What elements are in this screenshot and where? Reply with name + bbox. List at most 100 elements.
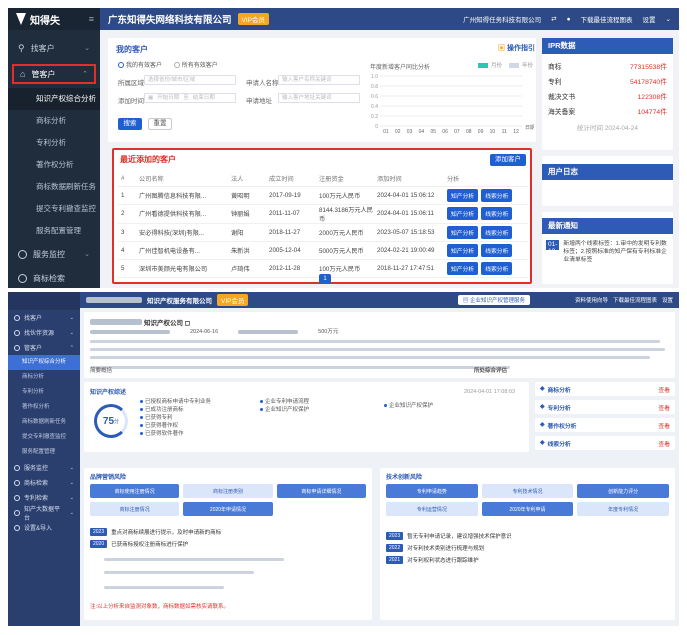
applicant-input[interactable]: 输入客户名称关键词 — [278, 75, 360, 85]
settings-menu[interactable]: 设置 — [662, 296, 673, 304]
sidebar-sub-config[interactable]: 服务配置管理 — [8, 445, 80, 460]
eval-date: 2024-04-01 17:08:03 — [464, 389, 516, 395]
x-tick-label: 08 — [466, 129, 472, 135]
analysis-item[interactable]: ◆ 专利分析 查看 — [535, 400, 675, 414]
sidebar-sub-ip-analysis[interactable]: 知识产权综合分析 — [8, 355, 80, 370]
cell-est: 2012-11-28 — [266, 259, 316, 278]
clue-analysis-button[interactable]: 线索分析 — [481, 188, 513, 202]
toggle-year-swatch[interactable] — [509, 62, 520, 68]
ip-analysis-button[interactable]: 知产分析 — [447, 243, 479, 257]
sidebar-sub-patent[interactable]: 专利分析 — [8, 132, 100, 154]
sidebar-sub-refresh[interactable]: 商标数据刷新任务 — [8, 415, 80, 430]
sidebar-item-service-monitor[interactable]: 服务监控 ⌄ — [8, 242, 100, 266]
address-input[interactable]: 输入客户地址关键词 — [278, 93, 360, 103]
sidebar-item-find-clients[interactable]: 找客户 ⌄ — [8, 310, 80, 325]
download-link[interactable]: 下载最佳流程图表 — [581, 14, 633, 24]
col-est: 成立时间 — [266, 172, 316, 187]
sidebar-sub-monitor[interactable]: 提交专利撤查监控 — [8, 430, 80, 445]
analysis-item[interactable]: ◆ 著作权分析 查看 — [535, 418, 675, 432]
ip-analysis-button[interactable]: 知产分析 — [447, 261, 479, 275]
view-link[interactable]: 查看 — [658, 403, 670, 412]
table-row[interactable]: 4 广州佳智机电设备有... 朱新洪 2005-12-04 5000万元人民币 2024-… — [118, 241, 528, 260]
menu-toggle-icon[interactable]: ≡ — [89, 14, 94, 24]
ip-item-label: 已获得软件著作 — [145, 431, 184, 437]
cell-actions: 知产分析 线索分析 — [444, 241, 528, 260]
sidebar-item-settings[interactable]: 设置&导入 — [8, 520, 80, 535]
reg-date: 2024-06-16 — [190, 329, 219, 335]
ip-analysis-button[interactable]: 知产分析 — [447, 207, 479, 220]
score-value: 75 — [102, 415, 115, 427]
sidebar-item-manage-clients[interactable]: ⌂ 管客户 ⌃ — [12, 64, 96, 84]
sidebar-item-service-monitor[interactable]: 服务监控 ⌄ — [8, 460, 80, 475]
risk-text: 已获商标授权注册商标进行保护 — [111, 542, 189, 548]
cell-actions: 知产分析 线索分析 — [444, 259, 528, 278]
date-range[interactable]: ▦ 开始日期 至 结束日期 — [144, 93, 236, 103]
view-link[interactable]: 查看 — [658, 421, 670, 430]
radio-my-clients[interactable]: 我的有效客户 — [118, 62, 162, 69]
analysis-item[interactable]: ◆ 商标分析 查看 — [535, 382, 675, 396]
pagination-page[interactable]: 1 — [319, 274, 331, 284]
year-badge: 2020 — [90, 540, 108, 548]
clue-analysis-button[interactable]: 线索分析 — [481, 207, 513, 220]
toggle-month-swatch[interactable] — [478, 62, 488, 68]
ip-analysis-button[interactable]: 知产分析 — [447, 188, 479, 202]
clue-analysis-button[interactable]: 线索分析 — [481, 243, 513, 257]
col-index: # — [118, 172, 136, 187]
company-name-redacted — [86, 297, 142, 303]
sidebar-item-find-clients[interactable]: ⚲ 找客户 ⌄ — [8, 36, 100, 60]
cell-added: 2024-04-01 15:06:12 — [374, 186, 444, 205]
x-tick-label: 06 — [442, 129, 448, 135]
account-switch[interactable]: 广州知得任务科技有限公司 — [463, 14, 541, 24]
region-select[interactable]: 选择省份/城市/区域 — [144, 75, 236, 85]
sidebar-sub-monitor[interactable]: 提交专利撤查监控 — [8, 198, 100, 220]
risk-text: 对专利技术类别进行梳理与规划 — [407, 546, 485, 552]
guide-link[interactable]: ▣ 操作指引 — [498, 43, 535, 53]
tech-steps: 专利申请趋势 专利技术情况 创新能力评分 专利运营情况 2020年专利申请 年度专利情况 — [386, 484, 669, 516]
user-icon — [14, 314, 20, 321]
sidebar-sub-patent[interactable]: 专利分析 — [8, 385, 80, 400]
search-icon — [14, 479, 20, 486]
download-link[interactable]: 下载最佳流程图表 — [613, 296, 657, 304]
table-row[interactable]: 1 广州图腾信息科技有限... 黄昭明 2017-09-19 100万元人民币 2024-… — [118, 186, 528, 205]
bullet-icon — [140, 424, 143, 428]
sidebar-item-tm-search[interactable]: 商标检索 — [8, 266, 100, 288]
view-link[interactable]: 查看 — [658, 385, 670, 394]
ip-analysis-button[interactable]: 知产分析 — [447, 225, 479, 239]
sidebar-sub-ip-analysis[interactable]: 知识产权综合分析 — [8, 88, 100, 110]
sidebar-sub-copyright[interactable]: 著作权分析 — [8, 154, 100, 176]
sidebar-item-partners[interactable]: 找伙伴资源 ⌄ — [8, 325, 80, 340]
switch-icon[interactable]: ⇄ — [551, 15, 556, 23]
add-client-button[interactable]: 添加客户 — [490, 154, 526, 166]
summary-row: 简要概括 — [90, 367, 112, 375]
sidebar-sub-trademark[interactable]: 商标分析 — [8, 110, 100, 132]
clue-analysis-button[interactable]: 线索分析 — [481, 225, 513, 239]
sidebar-sub-config[interactable]: 服务配置管理 — [8, 220, 100, 242]
risk-text: 暂无专利申请记录，建议增强技术保护意识 — [407, 534, 512, 540]
analysis-icon: ◆ — [540, 404, 545, 410]
sidebar-item-manage-clients[interactable]: 管客户 ⌃ — [8, 340, 80, 355]
view-link[interactable]: 查看 — [658, 439, 670, 448]
table-row[interactable]: 2 广州看德提供科技有限... 钟丽娟 2011-11-07 8144.3186万元人民… — [118, 204, 528, 224]
clue-analysis-button[interactable]: 线索分析 — [481, 261, 513, 275]
briefcase-icon — [14, 344, 20, 351]
sidebar-sub-copyright[interactable]: 著作权分析 — [8, 400, 80, 415]
analysis-item[interactable]: ◆ 线索分析 查看 — [535, 436, 675, 450]
sidebar-sub-refresh[interactable]: 商标数据刷新任务 — [8, 176, 100, 198]
risk-step: 商标申请详细情况 — [276, 484, 366, 498]
search-button[interactable]: 搜索 — [118, 118, 142, 130]
table-row[interactable]: 3 安必得科技(深圳)有限... 谢阳 2018-11-27 2000万元人民币 2023… — [118, 223, 528, 242]
guide-link[interactable]: 资料使用向导 — [575, 296, 608, 304]
monitor-icon — [14, 464, 20, 471]
ipr-row: 专利 54178740件 — [548, 73, 667, 88]
year-badge: 2023 — [386, 532, 404, 540]
sidebar-sub-trademark[interactable]: 商标分析 — [8, 370, 80, 385]
settings-menu[interactable]: 设置 — [643, 14, 656, 24]
radio-all-clients[interactable]: 所有有效客户 — [173, 62, 218, 69]
sidebar-item-tm-search[interactable]: 商标检索 ⌄ — [8, 475, 80, 490]
radio-label: 所有有效客户 — [181, 63, 218, 69]
sidebar-item-bigdata[interactable]: 知产大数据平台 ⌄ — [8, 505, 80, 522]
service-button[interactable]: ▤ 企业知识产权管理服务 — [457, 295, 530, 305]
notice-item[interactable]: 01-18 新增两个线索标签：1.审中的发明专利数标签；2.按照标准的知产保有专… — [542, 234, 673, 270]
chevron-up-icon: ⌃ — [69, 344, 74, 351]
reset-button[interactable]: 重置 — [148, 118, 172, 130]
